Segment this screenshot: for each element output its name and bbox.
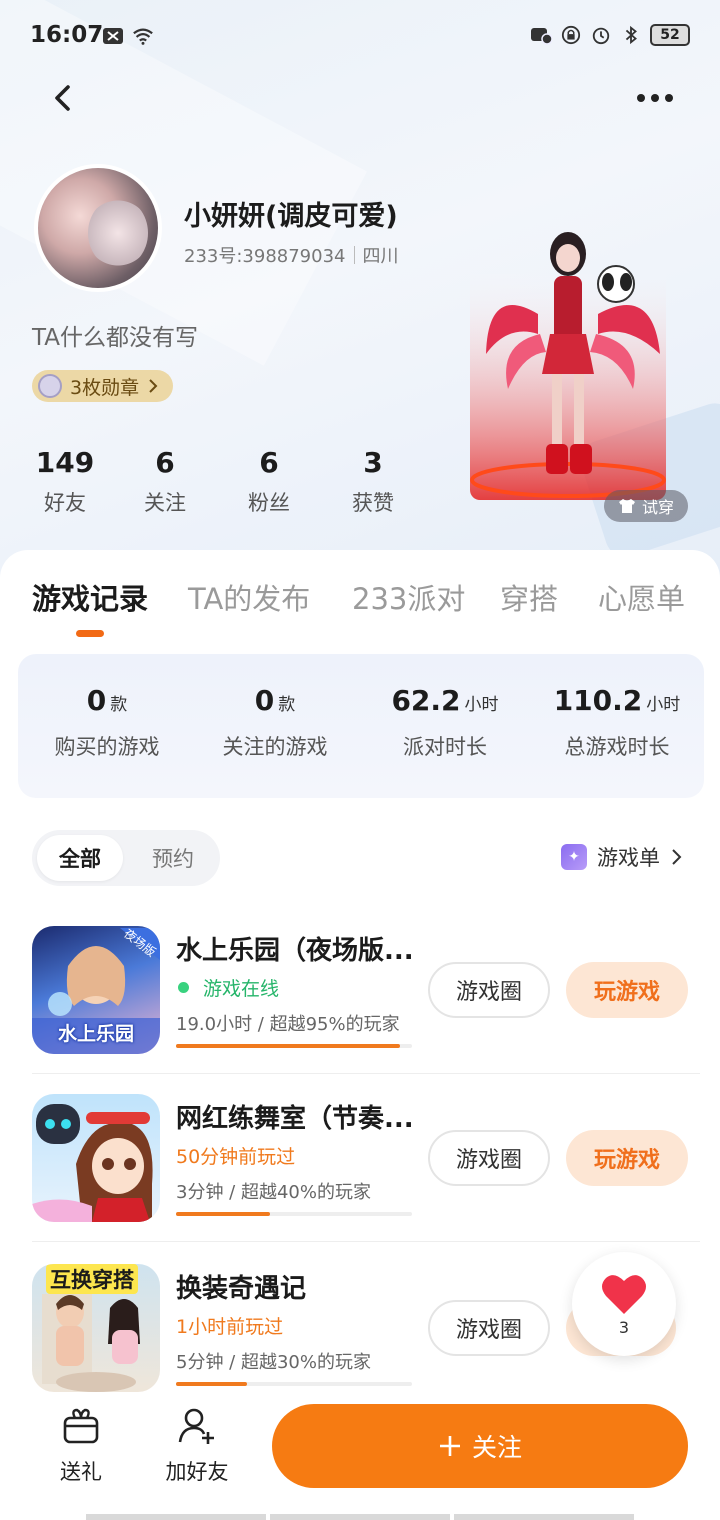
medal-badge[interactable]: 3枚勋章: [32, 370, 174, 402]
game-playtime: 3分钟 / 超越40%的玩家: [176, 1182, 371, 1203]
game-row: 网红练舞室（节奏... 50分钟前玩过 3分钟 / 超越40%的玩家 游戏圈 玩…: [0, 1094, 720, 1262]
game-icon[interactable]: 夜场版 水上乐园: [32, 926, 160, 1054]
game-playtime: 5分钟 / 超越30%的玩家: [176, 1352, 371, 1373]
follow-button[interactable]: 关注: [272, 1404, 688, 1488]
bluetooth-icon: [625, 25, 637, 45]
plus-icon: [439, 1436, 460, 1456]
message-status-icon: [531, 28, 552, 45]
like-button[interactable]: 3: [572, 1252, 676, 1356]
game-circle-button[interactable]: 游戏圈: [428, 1300, 550, 1356]
online-dot-icon: [178, 982, 189, 993]
heart-icon: [602, 1274, 646, 1314]
game-summary-card: 0 款购买的游戏 0 款关注的游戏 62.2 小时 派对时长 110.2 小时 总游戏时长: [18, 654, 704, 798]
chevron-left-icon: [55, 85, 70, 111]
try-on-button[interactable]: 试穿: [604, 490, 688, 522]
filter-toggle: 全部 预约: [32, 830, 220, 886]
filter-all[interactable]: 全部: [37, 835, 123, 881]
playtime-progress: [176, 1044, 412, 1048]
playtime-progress: [176, 1212, 412, 1216]
tab-party[interactable]: 233派对: [352, 576, 465, 618]
stat-followers[interactable]: 6 粉丝: [224, 446, 314, 517]
bottom-action-bar: 送礼 加好友 关注: [0, 1392, 720, 1520]
alarm-icon: [592, 27, 610, 45]
battery-indicator: 52: [650, 24, 690, 46]
lock-rotation-icon: [561, 25, 581, 45]
game-title[interactable]: 网红练舞室（节奏...: [176, 1098, 426, 1135]
tab-game-records[interactable]: 游戏记录: [32, 576, 148, 618]
summary-total-time: 110.2 小时 总游戏时长: [553, 684, 681, 759]
game-icon[interactable]: [32, 1094, 160, 1222]
add-friend-button[interactable]: 加好友: [152, 1406, 242, 1486]
stat-likes[interactable]: 3 获赞: [328, 446, 418, 517]
game-row: 夜场版 水上乐园 水上乐园（夜场版... 游戏在线 19.0小时 / 超越95%…: [0, 926, 720, 1094]
summary-purchased: 0 款购买的游戏: [54, 684, 160, 759]
stat-friends[interactable]: 149 好友: [20, 446, 110, 517]
notification-icon: [103, 28, 123, 44]
summary-party-time: 62.2 小时 派对时长: [391, 684, 499, 759]
back-button[interactable]: [44, 78, 84, 118]
game-title[interactable]: 换装奇遇记: [176, 1268, 426, 1305]
tab-wishlist[interactable]: 心愿单: [598, 576, 685, 618]
game-icon-text: 互换穿搭: [46, 1264, 138, 1294]
tab-posts[interactable]: TA的发布: [188, 576, 310, 618]
more-dots-icon: [637, 94, 645, 102]
shirt-icon: [618, 499, 635, 513]
game-icon[interactable]: 互换穿搭: [32, 1264, 160, 1392]
game-title[interactable]: 水上乐园（夜场版...: [176, 930, 426, 967]
filter-reserve[interactable]: 预约: [132, 835, 214, 881]
gift-icon: [63, 1408, 99, 1444]
profile-nickname: 小妍妍(调皮可爱): [184, 201, 398, 232]
bottom-edge-strip: [86, 1514, 634, 1520]
avatar[interactable]: [34, 164, 162, 292]
tab-outfits[interactable]: 穿搭: [500, 576, 558, 618]
user-location: 四川: [362, 246, 399, 267]
avatar-character-figure[interactable]: [468, 224, 668, 504]
game-status: 50分钟前玩过: [176, 1146, 296, 1168]
status-time: 16:07: [30, 22, 104, 48]
user-id: 233号:398879034: [184, 246, 346, 267]
game-list-link[interactable]: ✦ 游戏单: [561, 842, 682, 872]
tab-active-indicator: [76, 630, 104, 637]
profile-stats: 149 好友 6 关注 6 粉丝 3 获赞: [20, 446, 440, 526]
profile-meta: 233号:398879034 四川: [184, 242, 399, 268]
like-count: 3: [618, 1317, 630, 1337]
gift-button[interactable]: 送礼: [36, 1406, 126, 1486]
profile-bio: TA什么都没有写: [32, 325, 198, 351]
game-circle-button[interactable]: 游戏圈: [428, 1130, 550, 1186]
play-game-button[interactable]: 玩游戏: [566, 962, 688, 1018]
game-status: 1小时前玩过: [176, 1316, 284, 1338]
game-circle-button[interactable]: 游戏圈: [428, 962, 550, 1018]
game-playtime: 19.0小时 / 超越95%的玩家: [176, 1014, 400, 1035]
sparkle-icon: ✦: [561, 844, 587, 870]
game-icon-text: 水上乐园: [57, 1023, 134, 1045]
medal-label: 3枚勋章: [70, 376, 140, 399]
game-status: 游戏在线: [176, 974, 279, 1001]
more-options-button[interactable]: [630, 80, 680, 116]
chevron-right-icon: [672, 849, 682, 865]
medal-icon: [38, 374, 62, 398]
play-game-button[interactable]: 玩游戏: [566, 1130, 688, 1186]
status-bar: 16:07 52: [0, 18, 720, 58]
stat-following[interactable]: 6 关注: [120, 446, 210, 517]
wifi-icon: [133, 28, 153, 45]
chevron-right-icon: [149, 379, 158, 393]
playtime-progress: [176, 1382, 412, 1386]
add-user-icon: [178, 1408, 214, 1444]
summary-followed: 0 款关注的游戏: [222, 684, 328, 759]
